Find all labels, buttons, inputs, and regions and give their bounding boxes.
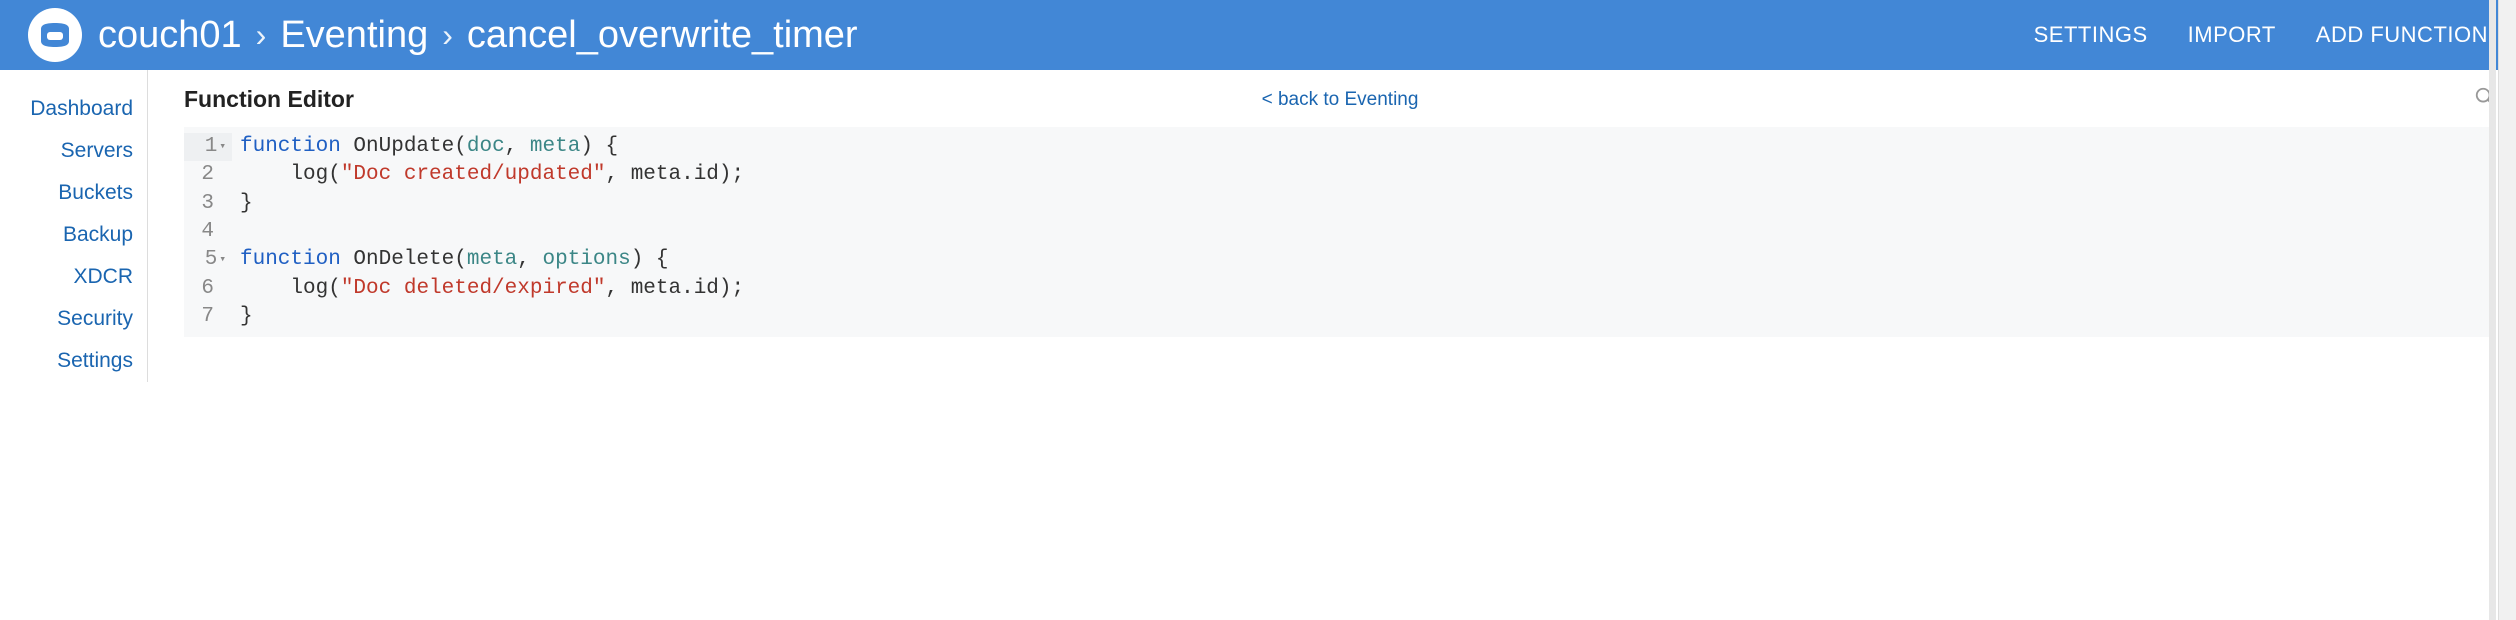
fold-marker-icon[interactable]: ▾ [219, 140, 226, 155]
code-content[interactable]: function OnDelete(meta, options) { [232, 246, 669, 274]
line-number: 7 [184, 303, 232, 331]
sidebar-item-buckets[interactable]: Buckets [0, 172, 147, 214]
inner-scrollbar[interactable] [2489, 0, 2496, 620]
chevron-right-icon: › [256, 17, 267, 54]
header-actions: SETTINGS IMPORT ADD FUNCTION [2034, 22, 2488, 48]
chevron-right-icon: › [442, 17, 453, 54]
page-scrollbar[interactable] [2498, 0, 2516, 620]
breadcrumb-node[interactable]: couch01 [98, 14, 242, 57]
line-number: 4 [184, 218, 232, 246]
code-content[interactable]: } [232, 190, 253, 218]
code-line[interactable]: 1▾function OnUpdate(doc, meta) { [184, 133, 2496, 161]
code-content[interactable]: function OnUpdate(doc, meta) { [232, 133, 618, 161]
sidebar-item-servers[interactable]: Servers [0, 130, 147, 172]
line-number: 1▾ [184, 133, 232, 161]
line-number: 6 [184, 275, 232, 303]
import-button[interactable]: IMPORT [2188, 22, 2276, 48]
page-title: Function Editor [184, 86, 354, 113]
code-content[interactable]: } [232, 303, 253, 331]
sidebar: Dashboard Servers Buckets Backup XDCR Se… [0, 70, 148, 382]
sidebar-item-xdcr[interactable]: XDCR [0, 256, 147, 298]
main-layout: Dashboard Servers Buckets Backup XDCR Se… [0, 70, 2516, 382]
code-line[interactable]: 2 log("Doc created/updated", meta.id); [184, 161, 2496, 189]
code-content[interactable]: log("Doc created/updated", meta.id); [232, 161, 744, 189]
sidebar-item-dashboard[interactable]: Dashboard [0, 88, 147, 130]
code-line[interactable]: 3} [184, 190, 2496, 218]
couchbase-logo-icon[interactable] [28, 8, 82, 62]
back-to-eventing-link[interactable]: < back to Eventing [1262, 89, 1419, 111]
code-editor[interactable]: 1▾function OnUpdate(doc, meta) {2 log("D… [184, 127, 2496, 337]
code-line[interactable]: 4 [184, 218, 2496, 246]
breadcrumb-current: cancel_overwrite_timer [467, 14, 858, 57]
header-bar: couch01 › Eventing › cancel_overwrite_ti… [0, 0, 2516, 70]
code-content[interactable] [232, 218, 240, 246]
code-content[interactable]: log("Doc deleted/expired", meta.id); [232, 275, 744, 303]
header-left: couch01 › Eventing › cancel_overwrite_ti… [28, 8, 858, 62]
line-number: 2 [184, 161, 232, 189]
line-number: 5▾ [184, 246, 232, 274]
fold-marker-icon[interactable]: ▾ [219, 253, 226, 268]
sidebar-item-security[interactable]: Security [0, 298, 147, 340]
content-area: Function Editor < back to Eventing 1▾fun… [148, 70, 2516, 382]
sidebar-item-backup[interactable]: Backup [0, 214, 147, 256]
breadcrumb: couch01 › Eventing › cancel_overwrite_ti… [98, 14, 858, 57]
code-line[interactable]: 7} [184, 303, 2496, 331]
settings-button[interactable]: SETTINGS [2034, 22, 2148, 48]
sidebar-item-settings[interactable]: Settings [0, 340, 147, 382]
line-number: 3 [184, 190, 232, 218]
add-function-button[interactable]: ADD FUNCTION [2316, 22, 2488, 48]
code-line[interactable]: 6 log("Doc deleted/expired", meta.id); [184, 275, 2496, 303]
breadcrumb-section[interactable]: Eventing [280, 14, 428, 57]
code-line[interactable]: 5▾function OnDelete(meta, options) { [184, 246, 2496, 274]
content-header: Function Editor < back to Eventing [184, 86, 2496, 113]
